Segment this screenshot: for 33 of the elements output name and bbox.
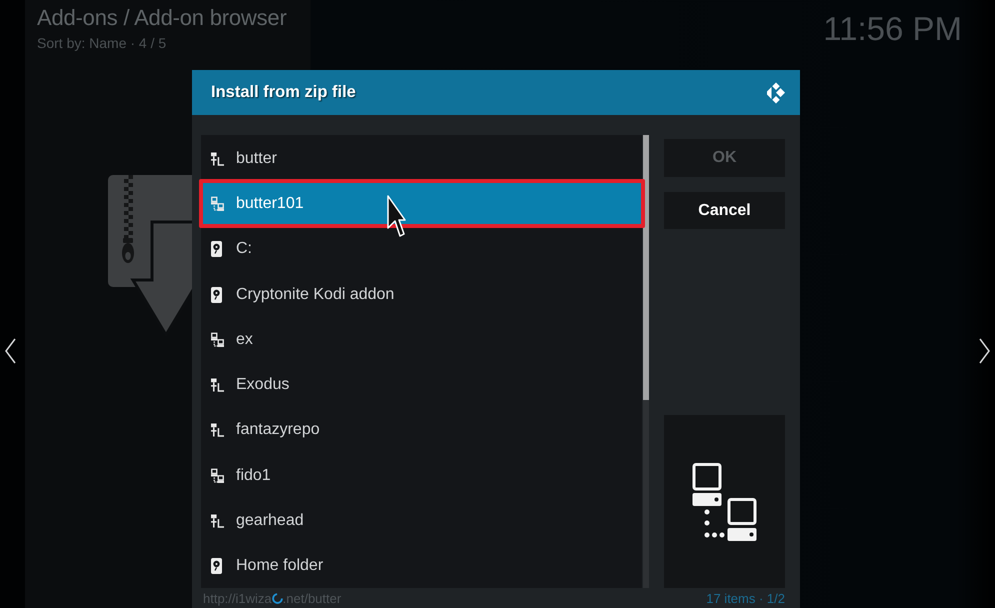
source-list-item[interactable]: butter [201,136,642,182]
network-icon [211,332,224,348]
cancel-button[interactable]: Cancel [664,192,785,229]
chevron-right-icon[interactable] [979,338,990,364]
source-list-item[interactable]: gearhead [201,498,642,544]
hard-drive-icon [211,241,222,258]
source-list-item[interactable]: ex [201,317,642,362]
source-list-item[interactable]: Home folder [201,544,642,589]
spinner-icon [272,592,283,604]
network-icon [211,196,224,212]
pointer-icon [387,195,406,238]
kodi-logo-icon [767,80,785,104]
network-branch-icon [211,150,224,167]
scrollbar[interactable] [643,135,649,588]
network-computers-icon [692,462,757,540]
clock: 11:56 PM [823,9,962,49]
source-list-item[interactable]: Exodus [201,362,642,408]
network-icon [211,468,224,484]
source-list-item[interactable]: fido1 [201,453,642,498]
dialog-title: Install from zip file [211,83,356,102]
network-branch-icon [211,422,224,438]
source-list-item[interactable]: C: [201,226,642,272]
hard-drive-icon [211,558,222,574]
breadcrumb-title: Add-ons / Add-on browser [37,4,287,32]
source-list-item[interactable]: Cryptonite Kodi addon [201,272,642,318]
item-count: 17 items · 1/2 [706,590,785,606]
sort-info: Sort by: Name · 4 / 5 [37,34,166,52]
chevron-left-icon[interactable] [5,338,16,364]
scrollbar-thumb[interactable] [643,135,649,400]
hard-drive-icon [211,286,222,303]
source-list-item[interactable]: fantazyrepo [201,408,642,454]
network-branch-icon [211,513,224,530]
network-branch-icon [211,377,224,394]
